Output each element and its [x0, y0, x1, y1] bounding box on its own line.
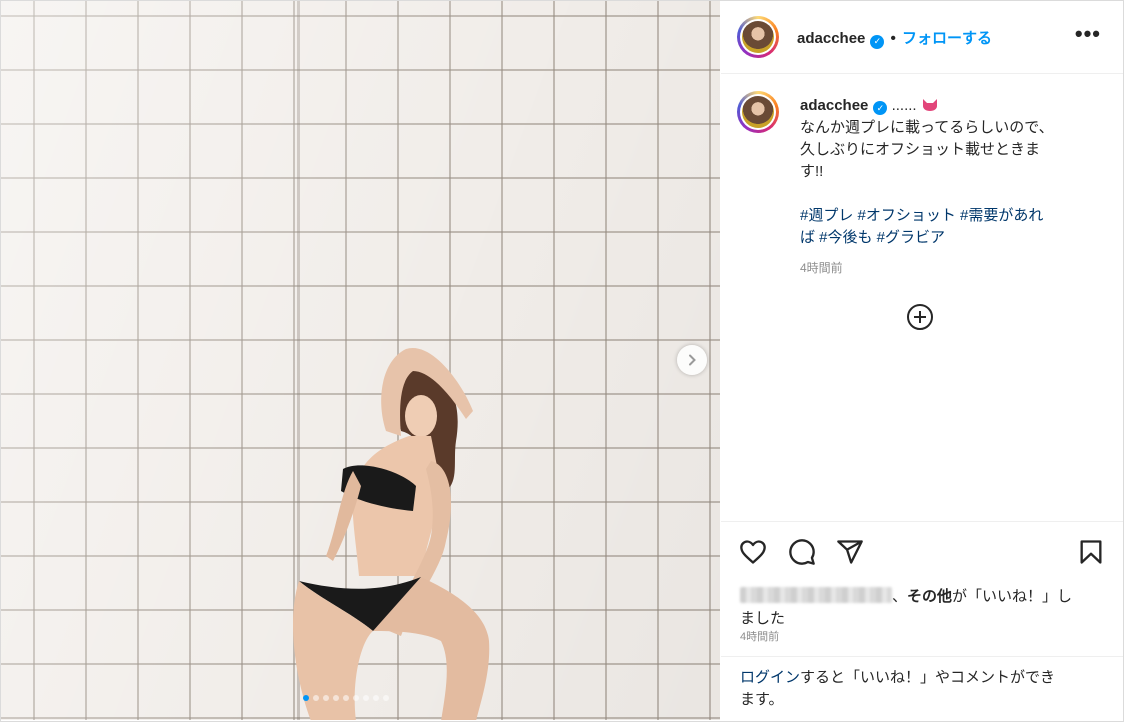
carousel-dot: [353, 695, 359, 701]
verified-badge-icon: ✓: [870, 34, 885, 49]
cat-emoji-icon: [922, 99, 937, 111]
carousel-dot: [333, 695, 339, 701]
verified-badge-icon: ✓: [873, 101, 888, 115]
header-username[interactable]: adacchee: [797, 30, 865, 47]
caption-text: adacchee ✓ ...... なんか週プレに載ってるらしいので、 久しぶりに…: [800, 95, 1090, 279]
login-line: ます。: [740, 691, 784, 708]
carousel-dot: [383, 695, 389, 701]
carousel-dot: [313, 695, 319, 701]
carousel-dot: [363, 695, 369, 701]
bookmark-icon[interactable]: [1077, 538, 1105, 566]
separator-dot: •: [890, 30, 896, 47]
caption-line: なんか週プレに載ってるらしいので、: [800, 119, 1054, 136]
caption-username[interactable]: adacchee: [800, 97, 868, 114]
comment-icon[interactable]: [788, 538, 816, 566]
caption-timestamp: 4時間前: [800, 261, 843, 275]
avatar[interactable]: [737, 16, 779, 58]
caption-tail: ......: [891, 97, 917, 114]
login-suffix: すると「いいね！」やコメントができ: [800, 669, 1056, 686]
login-link[interactable]: ログイン: [740, 669, 800, 686]
likes-others-link[interactable]: その他: [907, 588, 952, 605]
load-more-comments-icon[interactable]: [906, 303, 934, 331]
heart-icon[interactable]: [739, 538, 767, 566]
chevron-right-icon: [689, 354, 696, 366]
hashtags[interactable]: ば #今後も #グラビア: [800, 227, 1090, 249]
carousel-indicator: [303, 695, 389, 701]
more-options-icon[interactable]: •••: [1075, 21, 1101, 47]
carousel-dot: [343, 695, 349, 701]
carousel-dot: [373, 695, 379, 701]
next-photo-button[interactable]: [677, 345, 707, 375]
caption-line: す!!: [800, 163, 824, 180]
likes-summary: 、その他が「いいね！」し ました 4時間前: [740, 586, 1105, 644]
likes-suffix: が「いいね！」し: [952, 588, 1073, 605]
post-timestamp: 4時間前: [740, 631, 780, 643]
follow-button[interactable]: フォローする: [902, 30, 992, 47]
post-sidebar: adacchee ✓ • フォローする ••• adacchee ✓ ...... なん…: [721, 1, 1123, 720]
caption-avatar[interactable]: [737, 91, 779, 133]
share-icon[interactable]: [836, 538, 864, 566]
caption-line: 久しぶりにオフショット載せときま: [800, 141, 1041, 158]
login-prompt: ログインすると「いいね！」やコメントができ ます。: [721, 656, 1123, 721]
carousel-dot: [323, 695, 329, 701]
post-header: adacchee ✓ • フォローする •••: [721, 1, 1123, 74]
post-photo[interactable]: [1, 1, 720, 720]
model-figure: [293, 347, 490, 720]
likes-line: ました: [740, 610, 786, 627]
carousel-dot: [303, 695, 309, 701]
blurred-username: [740, 587, 892, 603]
hashtags[interactable]: #週プレ #オフショット #需要があれ: [800, 205, 1090, 227]
action-bar: [721, 521, 1123, 584]
